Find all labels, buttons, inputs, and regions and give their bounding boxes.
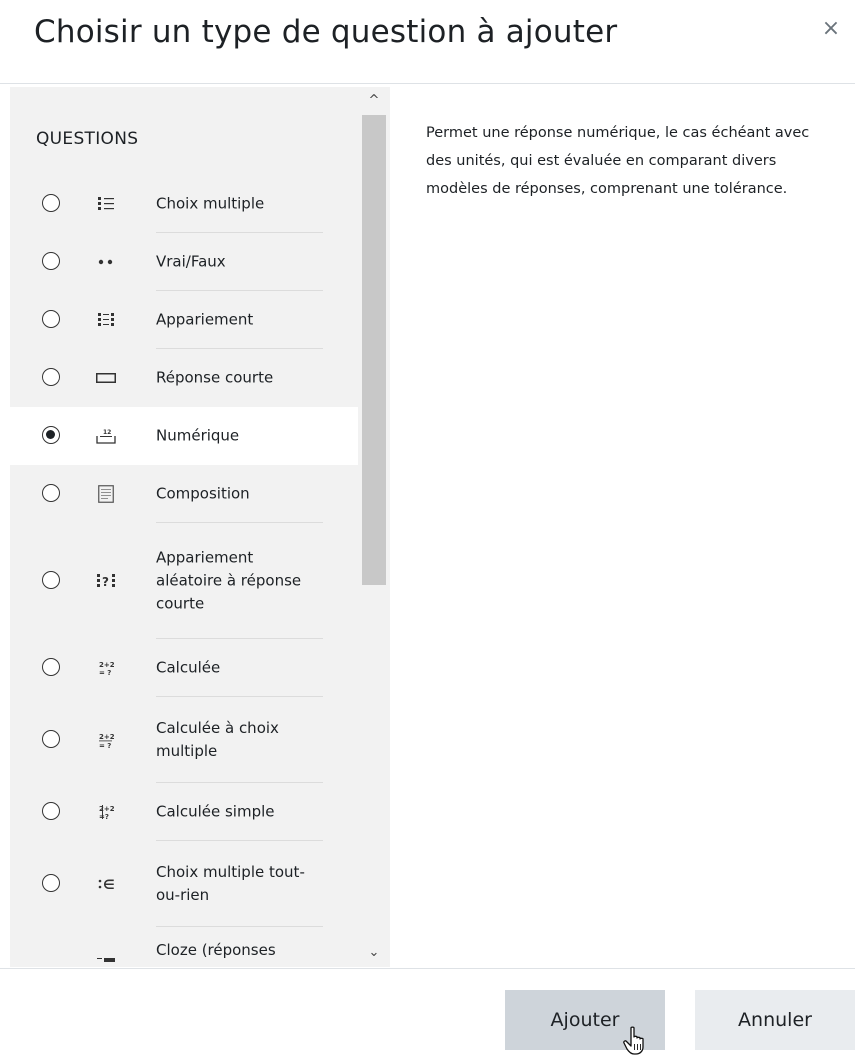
calculatedsimple-icon: 2+2 =? [94,802,118,822]
radio-button[interactable] [42,730,60,748]
radio-button[interactable] [42,658,60,676]
svg-text:= ?: = ? [99,742,111,749]
truefalse-icon [94,252,118,272]
option-label: Appariement [156,310,254,329]
option-label: Vrai/Faux [156,252,226,271]
svg-text:∈: ∈ [103,878,114,892]
radio-button[interactable] [42,571,60,589]
option-multichoice[interactable]: Choix multiple [10,175,358,233]
scroll-down-arrow-icon[interactable]: ⌄ [358,943,390,963]
svg-text:2+2: 2+2 [99,733,114,741]
svg-text:=?: =? [99,813,109,821]
option-label: Calculée à choix multiple [156,719,279,760]
svg-text:= ?: = ? [99,669,111,677]
close-icon: × [821,16,841,41]
section-heading: QUESTIONS [36,129,139,149]
option-match[interactable]: Appariement [10,291,358,349]
shortanswer-icon [94,368,118,388]
question-type-list: QUESTIONS Choix multiple Vrai/Faux Appar… [10,87,390,967]
option-calculated[interactable]: 2+2 = ? Calculée [10,639,358,697]
option-label: Cloze (réponses [156,941,276,959]
svg-text:2+2: 2+2 [99,661,114,669]
scroll-up-arrow-icon[interactable]: ^ [358,91,390,111]
option-essay[interactable]: Composition [10,465,358,523]
match-icon [94,310,118,330]
option-calculatedmulti[interactable]: 2+2 = ? Calculée à choix multiple [10,697,358,783]
option-label: Calculée simple [156,802,275,821]
multianswer-icon [94,951,118,967]
calculated-icon: 2+2 = ? [94,658,118,678]
option-label: Numérique [156,426,240,445]
option-label: Réponse courte [156,368,274,387]
randomsamatch-icon: ? [94,571,118,591]
option-multichoiceset[interactable]: ∈ Choix multiple tout-ou-rien [10,841,358,927]
radio-button[interactable] [42,484,60,502]
option-label: Calculée [156,658,221,677]
essay-icon [94,484,118,504]
modal-body: QUESTIONS Choix multiple Vrai/Faux Appar… [10,87,855,967]
radio-button[interactable] [42,252,60,270]
radio-button[interactable] [42,802,60,820]
option-truefalse[interactable]: Vrai/Faux [10,233,358,291]
scroll-thumb[interactable] [362,115,386,585]
radio-button[interactable] [42,194,60,212]
option-shortanswer[interactable]: Réponse courte [10,349,358,407]
multichoiceset-icon: ∈ [94,874,118,894]
question-type-description: Permet une réponse numérique, le cas éch… [426,125,810,197]
multichoice-icon [94,194,118,214]
option-label: Choix multiple tout-ou-rien [156,863,305,904]
radio-button[interactable] [42,426,60,444]
calculatedmulti-icon: 2+2 = ? [94,730,118,750]
radio-button[interactable] [42,874,60,892]
hand-cursor-icon [623,1026,644,1055]
svg-text:2+2: 2+2 [99,805,114,813]
option-label: Composition [156,484,250,503]
list-scrollbar[interactable]: ^ ⌄ [358,87,390,967]
header-divider [0,83,855,84]
svg-text:?: ? [102,575,109,589]
option-multianswer[interactable]: Cloze (réponses [10,927,358,967]
option-randomsamatch[interactable]: ? Appariement aléatoire à réponse courte [10,523,358,639]
modal-title: Choisir un type de question à ajouter [34,14,618,50]
radio-button[interactable] [42,310,60,328]
footer-divider [0,968,855,969]
cancel-button[interactable]: Annuler [695,990,855,1050]
option-numerical[interactable]: 12 Numérique [10,407,358,465]
option-label: Appariement aléatoire à réponse courte [156,548,302,613]
svg-text:12: 12 [103,429,111,436]
option-calculatedsimple[interactable]: 2+2 =? Calculée simple [10,783,358,841]
radio-button[interactable] [42,368,60,386]
option-label: Choix multiple [156,194,265,213]
close-button[interactable]: × [818,16,844,42]
numerical-icon: 12 [94,426,118,446]
